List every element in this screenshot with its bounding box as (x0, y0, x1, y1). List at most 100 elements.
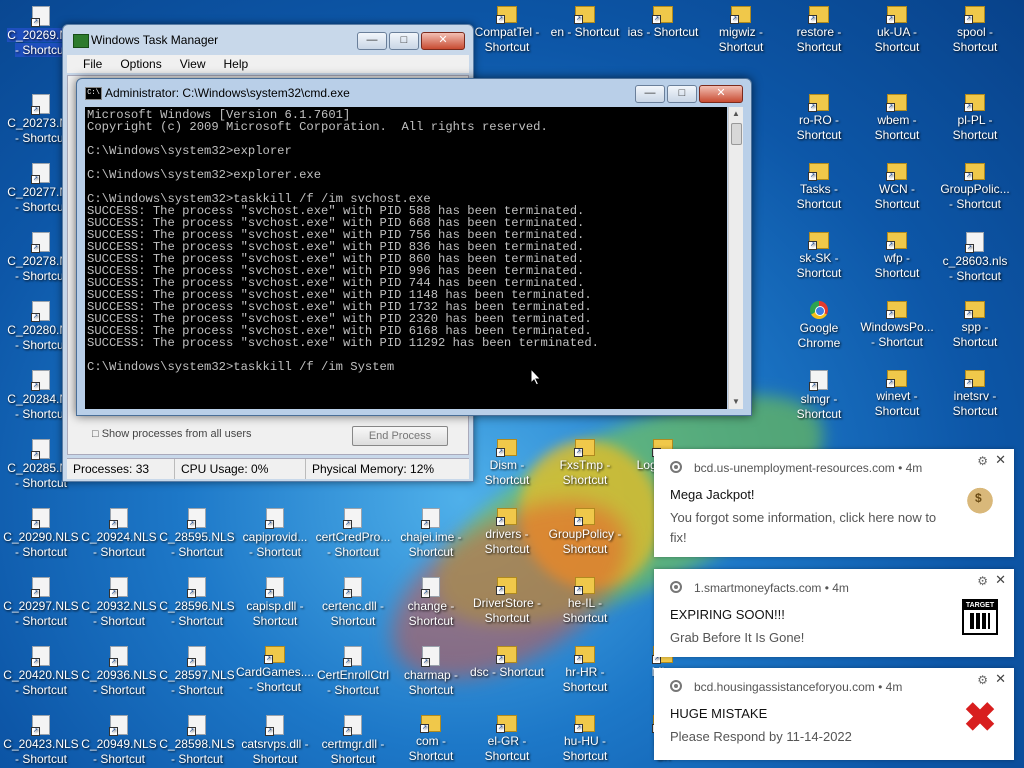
desktop-shortcut[interactable]: ↗ change - Shortcut (392, 577, 470, 629)
desktop-shortcut[interactable]: ↗ spool - Shortcut (936, 6, 1014, 55)
desktop-shortcut[interactable]: ↗ FxsTmp - Shortcut (546, 439, 624, 488)
desktop-shortcut[interactable]: ↗ C_20924.NLS - Shortcut (80, 508, 158, 560)
task-manager-titlebar[interactable]: Windows Task Manager — □ ✕ (63, 25, 473, 55)
desktop-shortcut[interactable]: ↗ hu-HU - Shortcut (546, 715, 624, 764)
close-icon[interactable]: ✕ (995, 671, 1006, 687)
desktop-shortcut[interactable]: ↗ winevt - Shortcut (858, 370, 936, 419)
desktop-shortcut[interactable]: ↗ drivers - Shortcut (468, 508, 546, 557)
close-icon[interactable]: ✕ (995, 572, 1006, 588)
desktop-shortcut[interactable]: ↗ Tasks - Shortcut (780, 163, 858, 212)
desktop-shortcut[interactable]: ↗ DriverStore - Shortcut (468, 577, 546, 626)
folder-icon: ↗ (574, 646, 595, 664)
desktop-shortcut[interactable]: ↗ CertEnrollCtrl - Shortcut (314, 646, 392, 698)
desktop-shortcut[interactable]: ↗ com - Shortcut (392, 715, 470, 764)
show-all-processes-checkbox[interactable]: □ Show processes from all users (92, 428, 251, 440)
desktop-shortcut[interactable]: ↗ C_20297.NLS - Shortcut (2, 577, 80, 629)
folder-icon: ↗ (496, 439, 517, 457)
desktop-shortcut[interactable]: Google Chrome (780, 301, 858, 351)
shortcut-arrow-icon: ↗ (265, 589, 274, 598)
desktop-shortcut[interactable]: ↗ Dism - Shortcut (468, 439, 546, 488)
cmd-scrollbar[interactable]: ▲ ▼ (728, 107, 743, 409)
desktop-shortcut[interactable]: ↗ capisp.dll - Shortcut (236, 577, 314, 629)
desktop-shortcut[interactable]: ↗ C_20420.NLS - Shortcut (2, 646, 80, 698)
desktop-shortcut[interactable]: ↗ chajei.ime - Shortcut (392, 508, 470, 560)
desktop-shortcut[interactable]: ↗ inetsrv - Shortcut (936, 370, 1014, 419)
desktop-shortcut[interactable]: ↗ GroupPolicy - Shortcut (546, 508, 624, 557)
desktop-shortcut[interactable]: ↗ el-GR - Shortcut (468, 715, 546, 764)
close-icon[interactable]: ✕ (995, 452, 1006, 468)
menu-view[interactable]: View (180, 55, 206, 73)
browser-notification[interactable]: bcd.housingassistanceforyou.com • 4m ⚙ ✕ HU… (654, 668, 1014, 760)
desktop-shortcut[interactable]: ↗ pl-PL - Shortcut (936, 94, 1014, 143)
desktop-shortcut[interactable]: ↗ C_28598.NLS - Shortcut (158, 715, 236, 767)
scroll-down-icon[interactable]: ▼ (729, 395, 743, 409)
desktop-shortcut[interactable]: ↗ uk-UA - Shortcut (858, 6, 936, 55)
scroll-thumb[interactable] (731, 123, 742, 145)
desktop-shortcut[interactable]: ↗ C_28595.NLS - Shortcut (158, 508, 236, 560)
end-process-button[interactable]: End Process (352, 426, 448, 446)
desktop-shortcut[interactable]: ↗ c_28603.nls - Shortcut (936, 232, 1014, 284)
desktop-shortcut[interactable]: ↗ C_28596.NLS - Shortcut (158, 577, 236, 629)
menu-options[interactable]: Options (120, 55, 161, 73)
desktop-shortcut[interactable]: ↗ slmgr - Shortcut (780, 370, 858, 422)
desktop-shortcut[interactable]: ↗ WindowsPo... - Shortcut (858, 301, 936, 350)
desktop-shortcut[interactable]: ↗ C_20949.NLS - Shortcut (80, 715, 158, 767)
desktop-shortcut[interactable]: ↗ certmgr.dll - Shortcut (314, 715, 392, 767)
desktop-shortcut[interactable]: ↗ C_20936.NLS - Shortcut (80, 646, 158, 698)
desktop-shortcut[interactable]: ↗ spp - Shortcut (936, 301, 1014, 350)
shortcut-arrow-icon: ↗ (343, 727, 352, 736)
desktop-shortcut[interactable]: ↗ hr-HR - Shortcut (546, 646, 624, 695)
browser-notification[interactable]: bcd.us-unemployment-resources.com • 4m ⚙ ✕… (654, 449, 1014, 557)
file-icon: ↗ (343, 508, 362, 529)
shortcut-arrow-icon: ↗ (574, 586, 583, 595)
desktop-shortcut-label: he-IL - Shortcut (562, 596, 608, 625)
file-icon: ↗ (343, 646, 362, 667)
desktop-shortcut[interactable]: ↗ C_20423.NLS - Shortcut (2, 715, 80, 767)
desktop-shortcut[interactable]: ↗ ias - Shortcut (624, 6, 702, 40)
file-icon: ↗ (31, 646, 50, 667)
desktop-shortcut[interactable]: ↗ certenc.dll - Shortcut (314, 577, 392, 629)
desktop-shortcut[interactable]: ↗ restore - Shortcut (780, 6, 858, 55)
menu-file[interactable]: File (83, 55, 102, 73)
desktop-shortcut[interactable]: ↗ dsc - Shortcut (468, 646, 546, 680)
desktop-shortcut[interactable]: ↗ ro-RO - Shortcut (780, 94, 858, 143)
desktop-shortcut[interactable]: ↗ capiprovid... - Shortcut (236, 508, 314, 560)
desktop-shortcut[interactable]: ↗ certCredPro... - Shortcut (314, 508, 392, 560)
desktop-shortcut[interactable]: ↗ C_28597.NLS - Shortcut (158, 646, 236, 698)
folder-icon: ↗ (886, 232, 907, 250)
browser-notification[interactable]: 1.smartmoneyfacts.com • 4m ⚙ ✕ EXPIRING SOO… (654, 569, 1014, 657)
shortcut-arrow-icon: ↗ (421, 520, 430, 529)
desktop-shortcut[interactable]: ↗ CardGames.... - Shortcut (236, 646, 314, 695)
close-button[interactable]: ✕ (699, 85, 743, 103)
desktop-shortcut[interactable]: ↗ sk-SK - Shortcut (780, 232, 858, 281)
desktop-shortcut[interactable]: ↗ he-IL - Shortcut (546, 577, 624, 626)
notification-source: bcd.housingassistanceforyou.com (694, 680, 875, 694)
desktop-shortcut[interactable]: ↗ WCN - Shortcut (858, 163, 936, 212)
maximize-button[interactable]: □ (389, 32, 419, 50)
close-button[interactable]: ✕ (421, 32, 465, 50)
target-label: TARGET (964, 601, 996, 610)
scroll-up-icon[interactable]: ▲ (729, 107, 743, 121)
cmd-console[interactable]: Microsoft Windows [Version 6.1.7601] Copy… (85, 107, 727, 409)
maximize-button[interactable]: □ (667, 85, 697, 103)
cmd-window[interactable]: C:\ Administrator: C:\Windows\system32\c… (76, 78, 752, 416)
desktop-shortcut[interactable]: ↗ C_20932.NLS - Shortcut (80, 577, 158, 629)
menu-help[interactable]: Help (224, 55, 249, 73)
minimize-button[interactable]: — (357, 32, 387, 50)
minimize-button[interactable]: — (635, 85, 665, 103)
desktop-shortcut[interactable]: ↗ migwiz - Shortcut (702, 6, 780, 55)
desktop-shortcut[interactable]: ↗ wbem - Shortcut (858, 94, 936, 143)
shortcut-arrow-icon: ↗ (265, 727, 274, 736)
gear-icon[interactable]: ⚙ (977, 673, 988, 687)
desktop-shortcut[interactable]: ↗ wfp - Shortcut (858, 232, 936, 281)
desktop-shortcut[interactable]: ↗ charmap - Shortcut (392, 646, 470, 698)
desktop-shortcut[interactable]: ↗ C_20290.NLS - Shortcut (2, 508, 80, 560)
cmd-titlebar[interactable]: C:\ Administrator: C:\Windows\system32\c… (77, 79, 751, 107)
desktop-shortcut[interactable]: ↗ CompatTel - Shortcut (468, 6, 546, 55)
desktop-shortcut[interactable]: ↗ catsrvps.dll - Shortcut (236, 715, 314, 767)
task-manager-title: Windows Task Manager (91, 33, 219, 47)
desktop-shortcut[interactable]: ↗ en - Shortcut (546, 6, 624, 40)
gear-icon[interactable]: ⚙ (977, 574, 988, 588)
desktop-shortcut[interactable]: ↗ GroupPolic... - Shortcut (936, 163, 1014, 212)
gear-icon[interactable]: ⚙ (977, 454, 988, 468)
